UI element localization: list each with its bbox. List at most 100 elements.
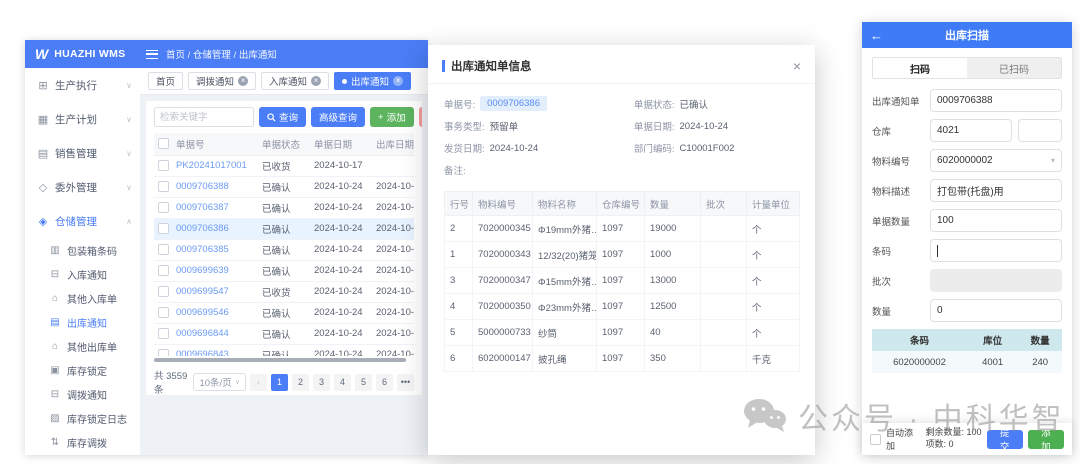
table-row[interactable]: 0009699639 已确认 2024-10-24 2024-10-24	[154, 260, 414, 281]
advanced-query-button[interactable]: 高级查询	[311, 107, 365, 127]
material-code-select[interactable]: 6020000002 ▾	[930, 149, 1062, 172]
page-button-3[interactable]: 3	[313, 374, 330, 391]
scan-table-row[interactable]: 6020000002 4001 240	[872, 351, 1062, 373]
close-icon[interactable]: ×	[393, 76, 403, 86]
page-button-6[interactable]: 6	[376, 374, 393, 391]
tab-home[interactable]: 首页	[148, 72, 183, 90]
tab-scanned[interactable]: 已扫码	[967, 58, 1061, 78]
out-date-cell: 2024-10-24	[372, 197, 414, 218]
auto-add-checkbox[interactable]	[870, 434, 881, 445]
add-scan-button[interactable]: 添加	[1028, 430, 1064, 449]
prev-page-button[interactable]: ‹	[250, 374, 267, 391]
table-row[interactable]: 0009699546 已确认 2024-10-24 2024-10-24	[154, 302, 414, 323]
sidebar-item-stock-transfer[interactable]: ⇅ 库存调拨	[25, 430, 140, 454]
page-size-select[interactable]: 10条/页 ∨	[193, 373, 246, 391]
select-all-checkbox[interactable]	[158, 138, 169, 149]
row-checkbox[interactable]	[158, 286, 169, 297]
page-button-1[interactable]: 1	[271, 374, 288, 391]
doc-no-tag[interactable]: 0009706386	[480, 96, 547, 111]
page-button-4[interactable]: 4	[334, 374, 351, 391]
row-checkbox[interactable]	[158, 202, 169, 213]
sidebar-item-production-execution[interactable]: ⊞ 生产执行 ∨	[25, 68, 140, 102]
material-desc-input[interactable]: 打包带(托盘)用	[930, 179, 1062, 202]
tab-transfer-notice[interactable]: 调拨通知 ×	[188, 72, 256, 90]
table-row[interactable]: 0009706387 已确认 2024-10-24 2024-10-24	[154, 197, 414, 218]
table-row[interactable]: PK20241017001 已收货 2024-10-17	[154, 155, 414, 176]
stock-transfer-icon: ⇅	[49, 437, 61, 448]
row-checkbox[interactable]	[158, 349, 169, 356]
detail-row[interactable]: 6 6020000147 披孔绳 1097 350 千克	[445, 346, 800, 372]
table-row[interactable]: 0009699547 已收货 2024-10-24 2024-10-24	[154, 281, 414, 302]
doc-no-link[interactable]: 0009696843	[172, 344, 258, 356]
add-button[interactable]: + 添加	[370, 107, 414, 127]
row-checkbox[interactable]	[158, 181, 169, 192]
page-button-2[interactable]: 2	[292, 374, 309, 391]
tab-outbound-notice[interactable]: 出库通知 ×	[334, 72, 411, 90]
table-row[interactable]: 0009706385 已确认 2024-10-24 2024-10-24	[154, 239, 414, 260]
submit-button[interactable]: 提交	[987, 430, 1023, 449]
detail-row[interactable]: 1 7020000343 12/32(20)猪笼… 1097 1000 个	[445, 242, 800, 268]
sidebar-item-warehouse-management[interactable]: ◈ 仓储管理 ∧	[25, 204, 140, 238]
col-qty: 数量	[645, 192, 701, 216]
batch-delete-button[interactable]: 批量删除	[419, 107, 422, 127]
row-checkbox[interactable]	[158, 328, 169, 339]
hamburger-icon[interactable]	[146, 50, 158, 59]
row-checkbox[interactable]	[158, 307, 169, 318]
doc-no-link[interactable]: 0009706388	[172, 176, 258, 197]
detail-row[interactable]: 4 7020000350 Φ23mm外猪… 1097 12500 个	[445, 294, 800, 320]
close-icon[interactable]: ×	[793, 59, 801, 73]
sidebar-item-label: 仓储管理	[55, 214, 97, 229]
sidebar-item-outbound-notice[interactable]: ▤ 出库通知	[25, 310, 140, 334]
row-checkbox[interactable]	[158, 223, 169, 234]
back-arrow-icon[interactable]: ←	[870, 28, 883, 43]
query-button[interactable]: 查询	[259, 107, 306, 127]
detail-row[interactable]: 2 7020000345 Φ19mm外猪… 1097 19000 个	[445, 216, 800, 242]
detail-row[interactable]: 3 7020000347 Φ15mm外猪… 1097 13000 个	[445, 268, 800, 294]
more-pages-button[interactable]: •••	[397, 374, 414, 391]
outbound-notice-input[interactable]: 0009706388	[930, 89, 1062, 112]
doc-no-link[interactable]: 0009706385	[172, 239, 258, 260]
close-icon[interactable]: ×	[311, 76, 321, 86]
sidebar-item-outsourcing-management[interactable]: ◇ 委外管理 ∨	[25, 170, 140, 204]
horizontal-scrollbar[interactable]	[154, 358, 406, 362]
doc-no-link[interactable]: 0009706387	[172, 197, 258, 218]
sidebar-item-stock-lock[interactable]: ▣ 库存锁定	[25, 358, 140, 382]
sidebar-item-production-plan[interactable]: ▦ 生产计划 ∨	[25, 102, 140, 136]
sidebar-item-inbound-notice[interactable]: ⊟ 入库通知	[25, 262, 140, 286]
sidebar-item-sales-management[interactable]: ▤ 销售管理 ∨	[25, 136, 140, 170]
sidebar-item-packing-box-barcode[interactable]: ▥ 包装箱条码	[25, 238, 140, 262]
barcode-input[interactable]	[930, 239, 1062, 262]
items-label: 项数:	[926, 439, 947, 449]
doc-no-link[interactable]: 0009699547	[172, 281, 258, 302]
table-row-selected[interactable]: 0009706386 已确认 2024-10-24 2024-10-24	[154, 218, 414, 239]
sidebar-item-transfer-notice[interactable]: ⊟ 调拨通知	[25, 382, 140, 406]
qty-input[interactable]: 0	[930, 299, 1062, 322]
row-checkbox[interactable]	[158, 244, 169, 255]
doc-no-link[interactable]: PK20241017001	[172, 155, 258, 176]
table-row[interactable]: 0009696844 已确认 2024-10-24 2024-10-24	[154, 323, 414, 344]
sidebar-item-stock-lock-log[interactable]: ▨ 库存锁定日志	[25, 406, 140, 430]
doc-no-link[interactable]: 0009696844	[172, 323, 258, 344]
row-checkbox[interactable]	[158, 265, 169, 276]
app-logo-text: HUAZHI WMS	[54, 48, 125, 60]
sidebar: ⊞ 生产执行 ∨ ▦ 生产计划 ∨ ▤ 销售管理 ∨ ◇ 委外管理 ∨	[25, 68, 140, 455]
row-checkbox[interactable]	[158, 160, 169, 171]
table-row[interactable]: 0009696843 已确认 2024-10-24 2024-10-24	[154, 344, 414, 356]
close-icon[interactable]: ×	[238, 76, 248, 86]
doc-no-link[interactable]: 0009706386	[172, 218, 258, 239]
col-line-no: 行号	[445, 192, 473, 216]
sidebar-item-other-inbound[interactable]: ⌂ 其他入库单	[25, 286, 140, 310]
search-input[interactable]	[154, 107, 254, 127]
table-row[interactable]: 0009706388 已确认 2024-10-24 2024-10-24	[154, 176, 414, 197]
doc-no-link[interactable]: 0009699546	[172, 302, 258, 323]
warehouse-aux-input[interactable]	[1018, 119, 1062, 142]
warehouse-input[interactable]: 4021	[930, 119, 1012, 142]
page-button-5[interactable]: 5	[355, 374, 372, 391]
detail-row[interactable]: 5 5000000733 纱筒 1097 40 个	[445, 320, 800, 346]
tab-scan[interactable]: 扫码	[873, 58, 967, 78]
input-value: 打包带(托盘)用	[937, 183, 1004, 198]
sidebar-item-other-outbound[interactable]: ⌂ 其他出库单	[25, 334, 140, 358]
tab-inbound-notice[interactable]: 入库通知 ×	[261, 72, 329, 90]
doc-qty-input[interactable]: 100	[930, 209, 1062, 232]
doc-no-link[interactable]: 0009699639	[172, 260, 258, 281]
